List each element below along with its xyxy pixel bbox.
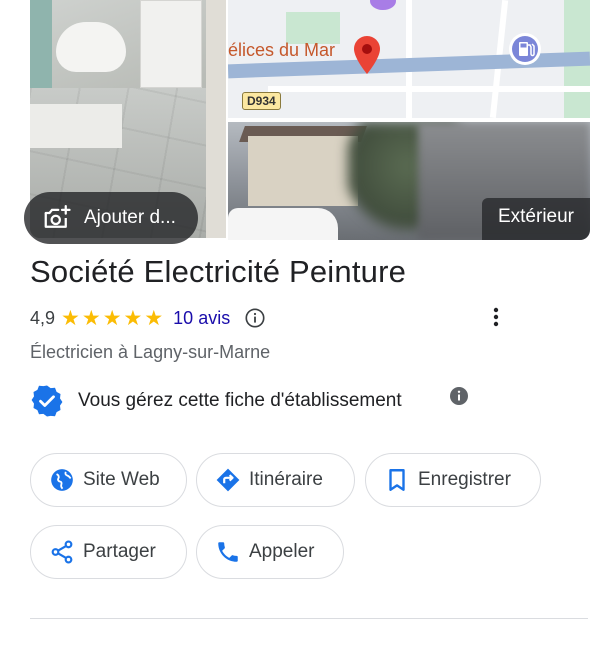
- phone-icon: [218, 542, 238, 562]
- verified-text: Vous gérez cette fiche d'établissement: [78, 390, 402, 411]
- more-vert-icon: [493, 307, 499, 327]
- star-icon: ★: [81, 306, 101, 330]
- star-icon: ★: [123, 306, 143, 330]
- globe-icon: [51, 469, 73, 491]
- divider: [30, 618, 588, 619]
- directions-label: Itinéraire: [249, 469, 323, 490]
- add-photo-button[interactable]: Ajouter d...: [24, 192, 198, 244]
- directions-button[interactable]: Itinéraire: [196, 453, 355, 507]
- verified-badge-icon: [31, 385, 63, 417]
- directions-icon: [216, 468, 240, 492]
- street-house: [248, 136, 358, 206]
- photo-cabinet: [140, 0, 202, 88]
- info-icon[interactable]: [449, 386, 469, 406]
- share-button[interactable]: Partager: [30, 525, 187, 579]
- rating-row: 4,9 ★ ★ ★ ★ ★ 10 avis: [30, 304, 266, 332]
- website-button[interactable]: Site Web: [30, 453, 187, 507]
- more-options-button[interactable]: [484, 303, 508, 331]
- business-name: Société Electricité Peinture: [30, 254, 407, 289]
- map-street: [268, 86, 590, 92]
- map-pin-icon: [354, 36, 380, 74]
- road-shield: D934: [242, 92, 281, 110]
- add-photo-label: Ajouter d...: [84, 207, 176, 228]
- verified-owner-row: Vous gérez cette fiche d'établissement: [30, 384, 402, 418]
- share-label: Partager: [83, 541, 156, 562]
- info-icon[interactable]: [244, 307, 266, 329]
- photo-toilet: [56, 22, 126, 72]
- rating-stars: ★ ★ ★ ★ ★: [61, 308, 163, 329]
- photo-doorframe: [206, 0, 226, 238]
- call-button[interactable]: Appeler: [196, 525, 344, 579]
- reviews-link[interactable]: 10 avis: [173, 308, 230, 329]
- bookmark-icon: [389, 469, 405, 491]
- street-view-label: Extérieur: [481, 198, 590, 240]
- save-label: Enregistrer: [418, 469, 511, 490]
- business-category: Électricien à Lagny-sur-Marne: [30, 342, 271, 362]
- fuel-station-icon: [509, 33, 541, 65]
- street-view-photo[interactable]: Extérieur: [228, 122, 590, 240]
- share-icon: [51, 540, 73, 564]
- save-button[interactable]: Enregistrer: [365, 453, 541, 507]
- star-icon: ★: [61, 306, 80, 330]
- star-icon: ★: [102, 306, 122, 330]
- add-photo-icon: [44, 205, 71, 228]
- photo-tub: [30, 104, 122, 148]
- map-poi-top: [370, 0, 396, 10]
- map-place-label: élices du Mar: [228, 40, 336, 60]
- map-thumbnail[interactable]: élices du Mar D934: [228, 0, 590, 118]
- street-van: [228, 208, 338, 240]
- star-icon: ★: [144, 306, 164, 330]
- call-label: Appeler: [249, 541, 315, 562]
- website-label: Site Web: [83, 469, 160, 490]
- rating-value: 4,9: [30, 307, 56, 328]
